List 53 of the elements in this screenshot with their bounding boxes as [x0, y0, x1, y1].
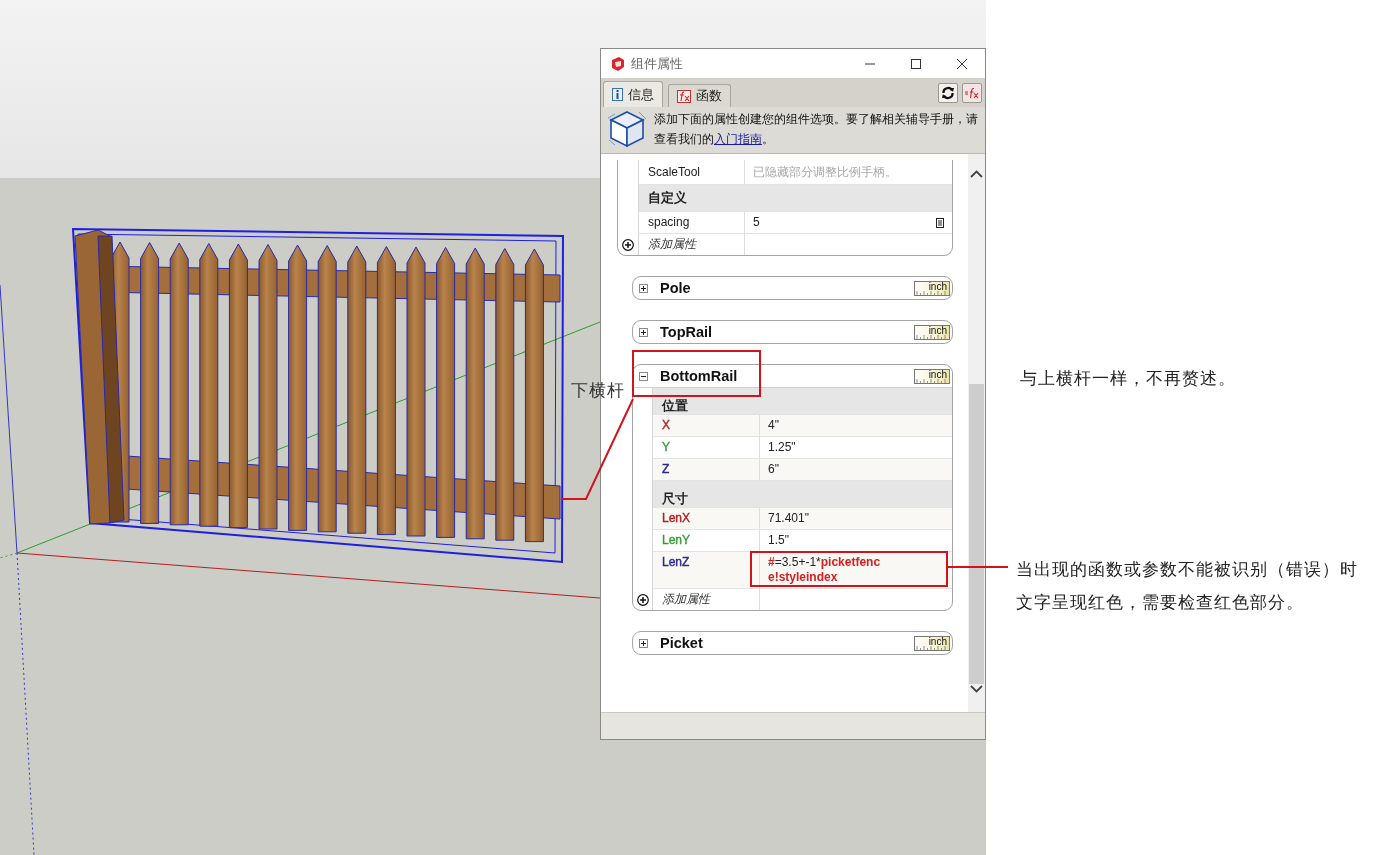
expand-icon[interactable] — [639, 638, 648, 648]
attribute-name: LenZ — [652, 552, 759, 589]
note-text: 与上横杆一样，不再赘述。 — [1020, 368, 1237, 390]
info-text: 添加下面的属性创建您的组件选项。要了解相关辅导手册，请查看我们的入门指南。 — [654, 111, 979, 148]
ruler-icon — [915, 333, 949, 339]
info-icon — [612, 88, 623, 101]
expand-icon[interactable] — [639, 283, 648, 293]
group-name: BottomRail — [660, 368, 738, 384]
collapse-icon[interactable] — [639, 371, 648, 381]
attribute-name: Z — [652, 459, 759, 481]
group-name: TopRail — [660, 324, 713, 340]
unit-button[interactable]: inch — [914, 280, 950, 296]
tab[interactable]: 函数 — [668, 84, 731, 107]
value-field[interactable]: 4" — [768, 415, 779, 436]
add-attribute-button[interactable]: 添加属性 — [638, 234, 744, 255]
add-icon[interactable] — [636, 593, 649, 606]
section-header: 尺寸 — [652, 481, 952, 508]
function-icon — [677, 89, 691, 103]
note-text: 当出现的函数或参数不能被识别（错误）时文字呈现红色，需要检查红色部分。 — [1016, 559, 1359, 614]
unit-button[interactable]: inch — [914, 368, 950, 384]
section-header: 位置 — [652, 388, 952, 415]
ruler-icon — [915, 377, 949, 383]
list-icon[interactable] — [936, 218, 944, 228]
leader-line — [947, 566, 1009, 568]
expand-icon[interactable] — [639, 327, 648, 337]
ruler-icon — [915, 644, 949, 650]
value-field[interactable]: 6" — [768, 459, 779, 480]
link[interactable]: 入门指南 — [714, 132, 762, 146]
scroll-thumb[interactable] — [969, 384, 984, 684]
maximize-icon[interactable] — [910, 57, 922, 70]
component-icon — [607, 109, 647, 149]
tab[interactable]: 信息 — [603, 81, 663, 107]
group-name: Picket — [660, 635, 703, 651]
value-field[interactable]: 5 — [753, 212, 760, 233]
scroll-down-icon[interactable] — [970, 685, 983, 693]
attribute-name: X — [652, 415, 759, 437]
value-field[interactable]: 1.5" — [768, 530, 789, 551]
close-icon[interactable] — [956, 57, 968, 70]
attribute-name: spacing — [638, 212, 744, 234]
scroll-up-icon[interactable] — [970, 170, 983, 178]
unit-button[interactable]: inch — [914, 635, 950, 651]
scrollbar[interactable] — [968, 154, 985, 712]
attribute-name: LenX — [652, 508, 759, 530]
unit-button[interactable]: inch — [914, 324, 950, 340]
group-name: Pole — [660, 280, 691, 296]
add-attribute-button[interactable]: 添加属性 — [652, 589, 759, 610]
add-icon[interactable] — [622, 238, 634, 251]
callout-label: 下横杆 — [571, 380, 625, 402]
value-field[interactable]: 1.25" — [768, 437, 796, 458]
app-icon — [610, 55, 625, 72]
section-header: 自定义 — [638, 185, 952, 212]
ruler-icon — [915, 289, 949, 295]
window-title: 组件属性 — [631, 54, 683, 73]
